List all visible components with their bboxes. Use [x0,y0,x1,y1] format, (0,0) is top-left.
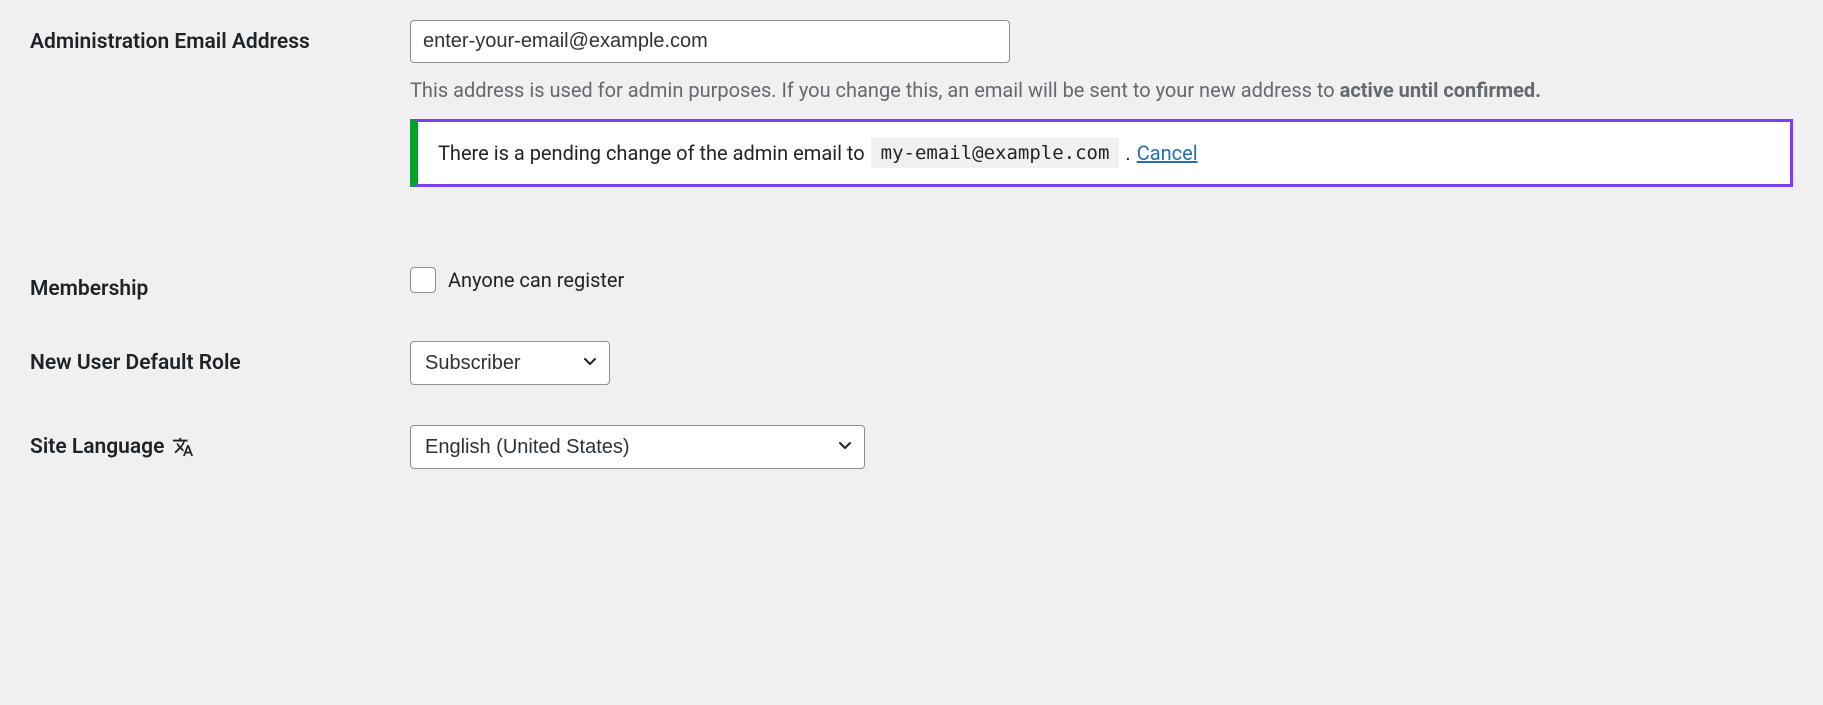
cancel-pending-link[interactable]: Cancel [1137,141,1198,165]
pending-email-notice: There is a pending change of the admin e… [410,119,1793,187]
pending-email-code: my-email@example.com [871,138,1120,168]
site-language-label: Site Language [30,425,410,459]
admin-email-description: This address is used for admin purposes.… [410,75,1793,105]
membership-checkbox-wrap: Anyone can register [410,267,1793,293]
pending-email-dot: . [1125,141,1130,165]
default-role-field: Subscriber [410,341,1793,385]
site-language-select-wrap: English (United States) [410,425,865,469]
admin-email-label: Administration Email Address [30,20,410,54]
site-language-text: Site Language [30,435,164,459]
anyone-can-register-checkbox[interactable] [410,267,436,293]
site-language-row: Site Language English (United States) [30,425,1793,469]
default-role-select-wrap: Subscriber [410,341,610,385]
admin-email-row: Administration Email Address This addres… [30,20,1793,187]
pending-email-text: There is a pending change of the admin e… [438,141,865,165]
default-role-select[interactable]: Subscriber [410,341,610,385]
membership-row: Membership Anyone can register [30,267,1793,301]
translate-icon [172,436,194,458]
site-language-field: English (United States) [410,425,1793,469]
membership-label: Membership [30,267,410,301]
default-role-label: New User Default Role [30,341,410,375]
membership-field: Anyone can register [410,267,1793,293]
admin-email-desc-text: This address is used for admin purposes.… [410,78,1340,102]
admin-email-field: This address is used for admin purposes.… [410,20,1793,187]
anyone-can-register-label: Anyone can register [448,268,624,292]
site-language-select[interactable]: English (United States) [410,425,865,469]
admin-email-desc-strong: active until confirmed. [1340,78,1541,102]
default-role-row: New User Default Role Subscriber [30,341,1793,385]
admin-email-input[interactable] [410,20,1010,63]
